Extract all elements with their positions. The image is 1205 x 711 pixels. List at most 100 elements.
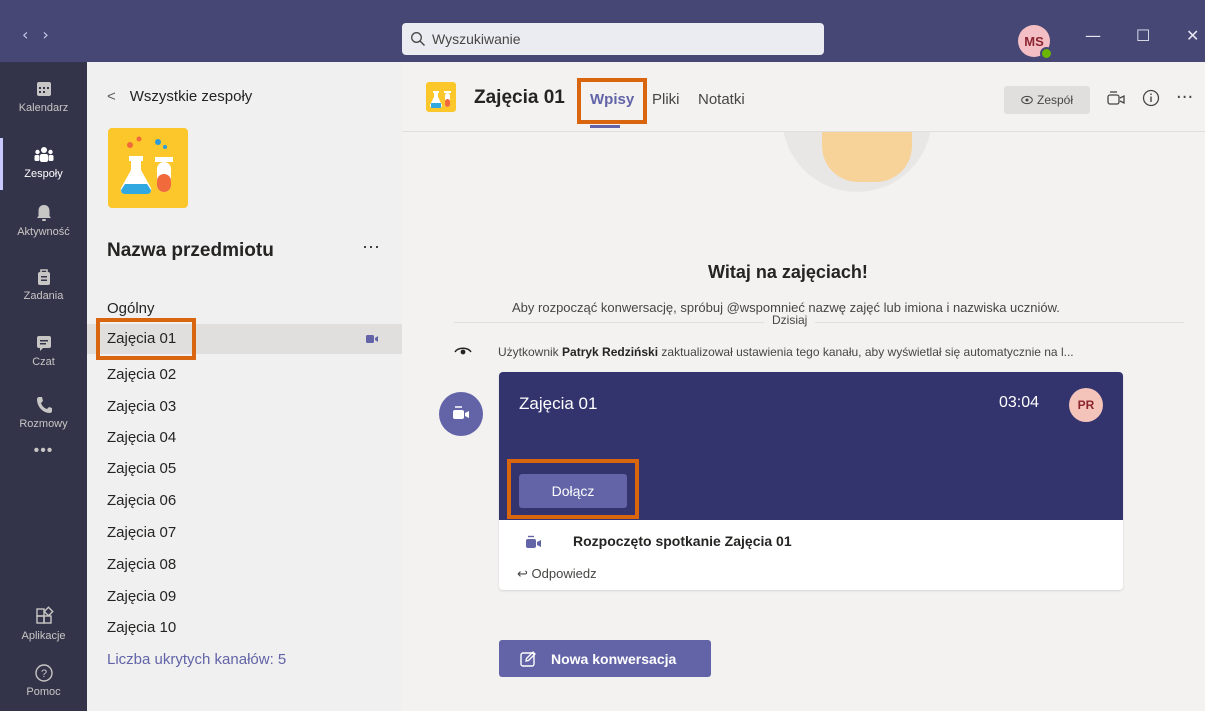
apps-icon [35, 606, 54, 624]
channel-item[interactable]: Ogólny [107, 300, 387, 317]
svg-text:?: ? [40, 668, 46, 680]
all-teams-label: Wszystkie zespoły [129, 88, 253, 105]
forward-arrow-icon[interactable]: › [42, 25, 62, 44]
user-initials: MS [1024, 33, 1044, 49]
participant-avatar[interactable]: PR [1069, 388, 1103, 422]
highlight-frame [96, 318, 196, 360]
help-icon: ? [34, 664, 53, 682]
channel-item[interactable]: Zajęcia 10 [107, 619, 387, 636]
new-conversation-button[interactable]: Nowa konwersacja [499, 640, 711, 677]
chevron-left-icon: < [107, 88, 116, 105]
minimize-button[interactable]: — [1085, 26, 1101, 45]
app-label: Czat [32, 356, 55, 368]
channel-item[interactable]: Zajęcia 05 [107, 460, 387, 477]
channel-item[interactable]: Zajęcia 08 [107, 556, 387, 573]
app-bar: Kalendarz Zespoły Aktywność Zadania Czat… [0, 62, 87, 711]
welcome-illustration [782, 132, 932, 197]
user-avatar[interactable]: MS [1018, 25, 1053, 60]
meet-now-icon[interactable] [1106, 89, 1126, 109]
channel-item[interactable]: Zajęcia 03 [107, 398, 387, 415]
reply-link[interactable]: ↩ Odpowiedz [517, 566, 597, 582]
search-input[interactable]: Wyszukiwanie [402, 23, 824, 55]
tab-files[interactable]: Pliki [652, 91, 680, 108]
presence-available-icon [1040, 47, 1053, 60]
channel-item[interactable]: Zajęcia 02 [107, 366, 387, 383]
phone-icon [36, 397, 52, 413]
eye-icon [1021, 95, 1033, 105]
system-message: Użytkownik Patryk Redziński zaktualizowa… [498, 345, 1158, 359]
search-placeholder: Wyszukiwanie [432, 31, 521, 47]
app-calls[interactable]: Rozmowy [0, 394, 87, 430]
channel-title: Zajęcia 01 [474, 87, 565, 108]
reply-arrow-icon: ↩ [517, 566, 528, 581]
highlight-frame [507, 459, 639, 519]
video-camera-icon [453, 406, 469, 419]
info-icon[interactable] [1142, 89, 1160, 107]
calendar-icon [36, 82, 51, 96]
app-help[interactable]: ? Pomoc [0, 662, 87, 698]
active-tab-indicator [590, 125, 620, 128]
app-label: Zespoły [24, 168, 63, 180]
more-icon: ••• [33, 442, 54, 459]
flask-icon [430, 91, 451, 108]
title-bar: ‹› Wyszukiwanie MS — ☐ ✕ [0, 0, 1205, 62]
app-label: Zadania [23, 290, 64, 302]
date-label: Dzisiaj [764, 313, 816, 327]
system-message-prefix: Użytkownik [498, 345, 563, 359]
new-conversation-label: Nowa konwersacja [551, 650, 677, 667]
channel-item[interactable]: Zajęcia 06 [107, 492, 387, 509]
highlight-frame [577, 78, 647, 124]
teams-channel-panel: < Wszystkie zespoły Nazwa przedmiotu ··· … [87, 62, 402, 711]
hidden-channels-link[interactable]: Liczba ukrytych kanałów: 5 [107, 651, 387, 668]
assignments-icon [37, 269, 50, 285]
tab-notes[interactable]: Notatki [698, 91, 745, 108]
date-divider [454, 322, 1184, 323]
team-logo[interactable] [108, 128, 188, 208]
meeting-in-progress-icon [366, 335, 378, 343]
meeting-started-text: Rozpoczęto spotkanie Zajęcia 01 [573, 533, 792, 549]
app-label: Kalendarz [18, 102, 69, 114]
back-arrow-icon[interactable]: ‹ [22, 25, 42, 44]
app-teams[interactable]: Zespoły [0, 138, 87, 190]
search-icon [411, 32, 425, 46]
teams-icon [34, 147, 53, 162]
app-chat[interactable]: Czat [0, 332, 87, 368]
video-camera-icon [526, 535, 541, 548]
channel-header: Zajęcia 01 Wpisy Pliki Notatki Zespół ··… [402, 62, 1205, 132]
app-calendar[interactable]: Kalendarz [0, 78, 87, 114]
chat-icon [36, 336, 51, 351]
app-apps[interactable]: Aplikacje [0, 606, 87, 642]
app-label: Aplikacje [21, 630, 66, 642]
app-label: Rozmowy [19, 418, 68, 430]
app-label: Aktywność [17, 226, 70, 238]
eye-icon [454, 347, 472, 355]
team-button-label: Zespół [1036, 93, 1074, 107]
meeting-avatar [439, 392, 483, 436]
system-message-suffix: zaktualizował ustawienia tego kanału, ab… [658, 345, 1074, 359]
more-options-icon[interactable]: ··· [1176, 87, 1193, 108]
welcome-title: Witaj na zajęciach! [708, 262, 868, 282]
channel-item[interactable]: Zajęcia 09 [107, 588, 387, 605]
app-label: Pomoc [26, 686, 61, 698]
channel-item[interactable]: Zajęcia 07 [107, 524, 387, 541]
all-teams-link[interactable]: < Wszystkie zespoły [107, 88, 252, 105]
system-message-user: Patryk Redziński [562, 345, 659, 359]
meeting-title: Zajęcia 01 [519, 394, 598, 413]
app-more[interactable]: ••• [0, 442, 87, 460]
team-logo-small [426, 82, 456, 112]
team-more-options-icon[interactable]: ··· [362, 236, 380, 257]
close-button[interactable]: ✕ [1186, 26, 1199, 45]
channel-item[interactable]: Zajęcia 04 [107, 429, 387, 446]
channel-main: Zajęcia 01 Wpisy Pliki Notatki Zespół ··… [402, 62, 1205, 711]
history-nav: ‹› [22, 25, 63, 44]
bell-icon [36, 205, 51, 221]
meeting-duration: 03:04 [999, 394, 1040, 411]
team-name: Nazwa przedmiotu [107, 240, 274, 261]
app-assignments[interactable]: Zadania [0, 266, 87, 302]
flask-icon [120, 136, 173, 194]
team-button[interactable]: Zespół [1004, 86, 1090, 114]
reply-label: Odpowiedz [531, 566, 597, 581]
maximize-button[interactable]: ☐ [1136, 26, 1150, 45]
app-activity[interactable]: Aktywność [0, 202, 87, 238]
compose-icon [520, 650, 536, 667]
